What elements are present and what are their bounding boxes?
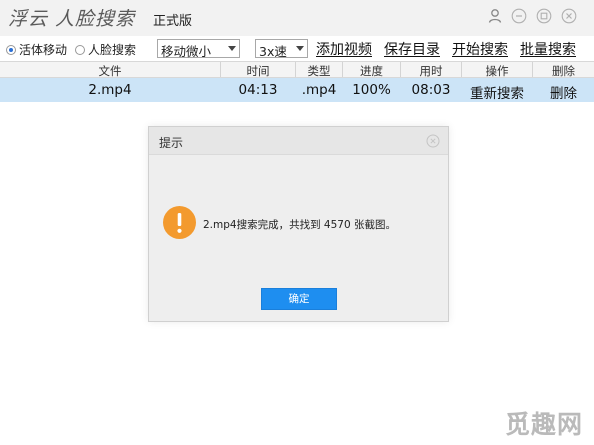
app-window: 浮云 人脸搜索 正式版 活体移动 人脸搜索 移动微小 3x速 添加视频 保存目录… xyxy=(0,0,594,445)
radio-face-search[interactable]: 人脸搜索 xyxy=(75,41,136,58)
alert-dialog: 提示 2.mp4搜索完成，共找到 4570 张截图。 确定 xyxy=(148,126,449,322)
radio-live-motion[interactable]: 活体移动 xyxy=(6,41,67,58)
radio-button-checked[interactable] xyxy=(6,44,16,55)
table-header: 文件 时间 类型 进度 用时 操作 删除 xyxy=(0,61,594,78)
dialog-message: 2.mp4搜索完成，共找到 4570 张截图。 xyxy=(203,219,396,231)
dialog-title-bar: 提示 xyxy=(149,127,448,155)
batch-search-button[interactable]: 批量搜索 xyxy=(520,39,576,59)
edition-label: 正式版 xyxy=(153,14,193,29)
cell-type: .mp4 xyxy=(301,82,337,98)
maximize-icon[interactable] xyxy=(536,8,552,24)
research-button[interactable]: 重新搜索 xyxy=(462,82,532,102)
watermark-logo: 觅趣网 xyxy=(505,410,584,439)
column-header-file[interactable]: 文件 xyxy=(0,63,220,79)
column-header-type[interactable]: 类型 xyxy=(296,63,342,79)
dialog-close-icon[interactable] xyxy=(426,134,440,148)
radio-button[interactable] xyxy=(75,44,85,55)
cell-elapsed: 08:03 xyxy=(411,82,451,98)
dialog-title: 提示 xyxy=(159,136,184,150)
speed-select-value: 3x速 xyxy=(259,44,287,59)
save-directory-button[interactable]: 保存目录 xyxy=(384,39,440,59)
ok-button[interactable]: 确定 xyxy=(261,288,337,310)
close-icon[interactable] xyxy=(561,8,577,24)
speed-select[interactable]: 3x速 xyxy=(255,39,308,59)
delete-button[interactable]: 删除 xyxy=(533,82,594,102)
cell-progress: 100% xyxy=(352,82,391,98)
column-header-time[interactable]: 时间 xyxy=(221,63,295,79)
cell-file: 2.mp4 xyxy=(88,82,132,98)
title-bar: 浮云 人脸搜索 正式版 xyxy=(0,0,594,36)
app-logo: 浮云 人脸搜索 xyxy=(8,8,136,30)
column-header-action[interactable]: 操作 xyxy=(462,63,532,79)
column-header-elapsed[interactable]: 用时 xyxy=(401,63,461,79)
start-search-button[interactable]: 开始搜索 xyxy=(452,39,508,59)
cell-time: 04:13 xyxy=(238,82,278,98)
table-row[interactable]: 2.mp4 04:13 .mp4 100% 08:03 重新搜索 删除 xyxy=(0,78,594,102)
radio-label: 活体移动 xyxy=(19,43,68,57)
size-select[interactable]: 移动微小 xyxy=(157,39,240,59)
user-icon[interactable] xyxy=(487,8,503,24)
radio-label: 人脸搜索 xyxy=(88,43,137,57)
warning-icon xyxy=(163,206,196,239)
toolbar: 活体移动 人脸搜索 移动微小 3x速 添加视频 保存目录 开始搜索 批量搜索 xyxy=(0,37,594,61)
chevron-down-icon xyxy=(296,46,304,51)
minimize-icon[interactable] xyxy=(511,8,527,24)
size-select-value: 移动微小 xyxy=(161,44,212,59)
chevron-down-icon xyxy=(228,46,236,51)
add-video-button[interactable]: 添加视频 xyxy=(316,39,372,59)
column-header-delete[interactable]: 删除 xyxy=(533,63,594,79)
column-header-progress[interactable]: 进度 xyxy=(343,63,400,79)
